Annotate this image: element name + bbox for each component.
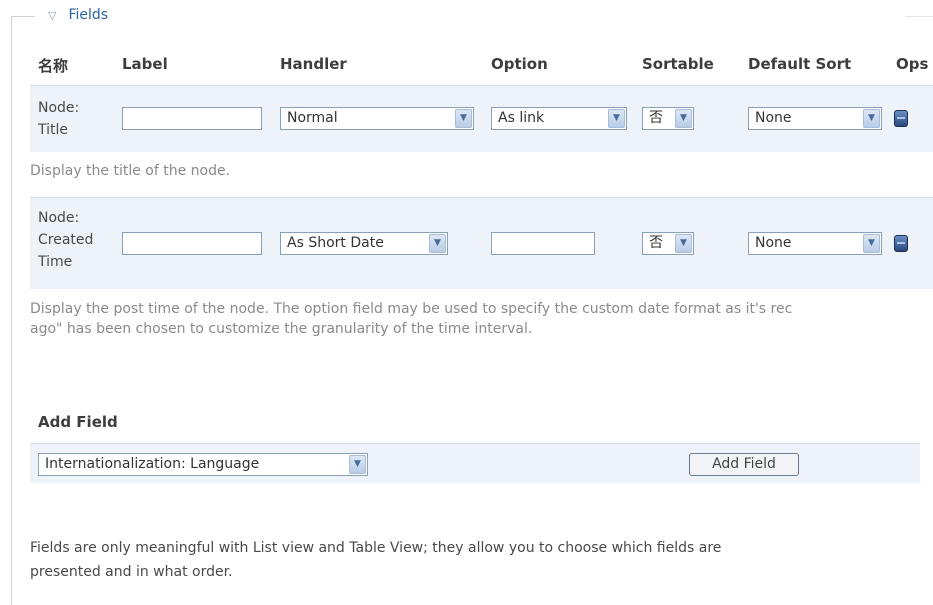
column-header-ops: Ops bbox=[896, 55, 929, 73]
field-description: Display the title of the node. bbox=[30, 163, 231, 179]
add-field-button[interactable]: Add Field bbox=[689, 453, 799, 476]
fieldset-legend[interactable]: ▽ Fields bbox=[48, 7, 108, 23]
ops-edit-icon[interactable] bbox=[894, 235, 908, 252]
column-header-name: 名称 bbox=[38, 57, 69, 75]
chevron-down-icon[interactable]: ▼ bbox=[429, 234, 446, 253]
column-header-handler: Handler bbox=[280, 55, 347, 73]
chevron-down-icon[interactable]: ▼ bbox=[675, 109, 692, 128]
option-select[interactable]: As link ▼ bbox=[491, 107, 627, 130]
add-field-select[interactable]: Internationalization: Language ▼ bbox=[38, 453, 368, 476]
chevron-down-icon[interactable]: ▼ bbox=[608, 109, 625, 128]
sortable-select[interactable]: 否 ▼ bbox=[642, 232, 694, 255]
fields-legend-link[interactable]: Fields bbox=[68, 7, 108, 23]
default-sort-select[interactable]: None ▼ bbox=[748, 107, 882, 130]
add-field-heading: Add Field bbox=[38, 413, 118, 431]
chevron-down-icon[interactable]: ▼ bbox=[863, 234, 880, 253]
field-description: Display the post time of the node. The o… bbox=[30, 301, 793, 337]
column-header-sortable: Sortable bbox=[642, 55, 714, 73]
column-header-option: Option bbox=[491, 55, 548, 73]
help-text: Fields are only meaningful with List vie… bbox=[30, 540, 722, 580]
option-input[interactable] bbox=[491, 232, 595, 255]
chevron-down-icon[interactable]: ▼ bbox=[349, 455, 366, 474]
column-header-default-sort: Default Sort bbox=[748, 55, 852, 73]
chevron-down-icon[interactable]: ▼ bbox=[675, 234, 692, 253]
fieldset-border bbox=[11, 16, 12, 605]
sortable-select[interactable]: 否 ▼ bbox=[642, 107, 694, 130]
column-header-label: Label bbox=[122, 55, 168, 73]
default-sort-select[interactable]: None ▼ bbox=[748, 232, 882, 255]
label-input[interactable] bbox=[122, 232, 262, 255]
fieldset-border bbox=[11, 16, 35, 17]
fieldset-border bbox=[905, 16, 933, 17]
chevron-down-icon[interactable]: ▼ bbox=[455, 109, 472, 128]
field-name: Node: Title bbox=[38, 100, 80, 138]
chevron-down-icon[interactable]: ▼ bbox=[863, 109, 880, 128]
collapse-triangle-icon[interactable]: ▽ bbox=[48, 9, 56, 22]
handler-select[interactable]: Normal ▼ bbox=[280, 107, 474, 130]
handler-select[interactable]: As Short Date ▼ bbox=[280, 232, 448, 255]
field-name: Node: Created Time bbox=[38, 210, 94, 270]
label-input[interactable] bbox=[122, 107, 262, 130]
ops-edit-icon[interactable] bbox=[894, 110, 908, 127]
